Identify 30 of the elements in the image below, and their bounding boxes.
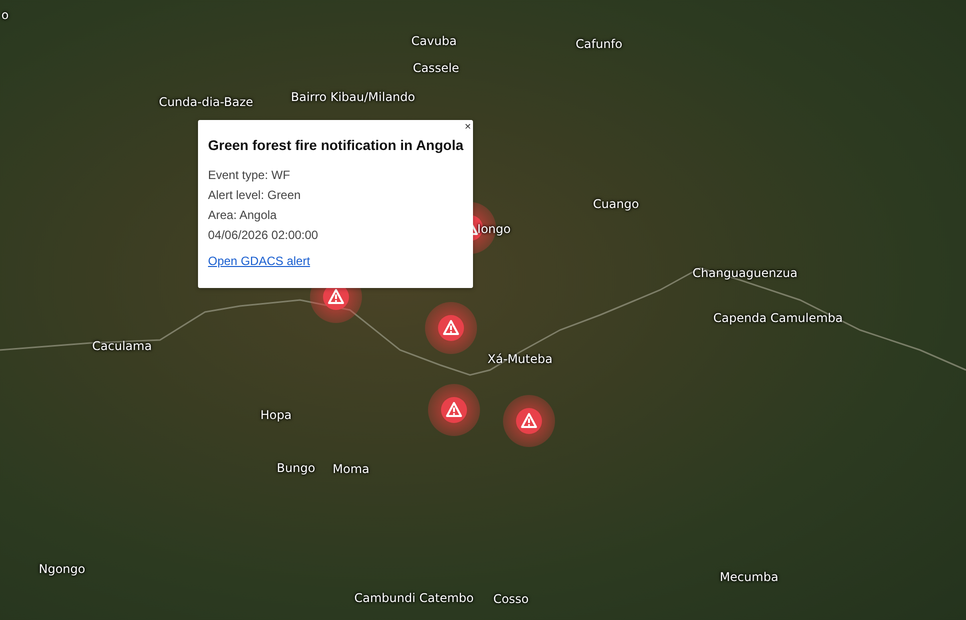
place-label: Cafunfo <box>576 37 622 51</box>
place-label: Changuaguenzua <box>692 266 798 280</box>
popup-detail: 04/06/2026 02:00:00 <box>208 227 318 244</box>
place-label: Capenda Camulemba <box>713 311 843 325</box>
place-label: Cambundi Catembo <box>354 591 474 605</box>
popup-detail: Alert level: Green <box>208 187 301 204</box>
warning-marker-icon[interactable] <box>441 397 467 423</box>
satellite-map[interactable] <box>0 0 966 620</box>
warning-marker-icon[interactable] <box>438 315 464 341</box>
place-label: Bairro Kibau/Milando <box>290 90 416 104</box>
place-label: Ngongo <box>38 562 86 576</box>
place-label: Cosso <box>493 592 529 606</box>
place-label: Hopa <box>260 408 292 422</box>
place-label: Cavuba <box>411 34 457 48</box>
popup-title: Green forest fire notification in Angola <box>208 136 463 154</box>
close-button[interactable]: × <box>464 121 472 133</box>
place-label: Caculama <box>92 339 152 353</box>
popup-detail: Event type: WF <box>208 167 290 184</box>
warning-marker-icon[interactable] <box>516 408 542 434</box>
place-label: Bungo <box>276 461 316 475</box>
place-label: Cunda-dia-Baze <box>158 95 254 109</box>
popup-detail: Area: Angola <box>208 207 277 224</box>
place-label: Mecumba <box>720 570 778 584</box>
place-label: Moma <box>332 462 370 476</box>
place-label: Xá-Muteba <box>488 352 552 366</box>
gdacs-link[interactable]: Open GDACS alert <box>208 253 310 269</box>
place-label: o <box>1 8 9 22</box>
place-label: Cassele <box>412 61 460 75</box>
place-label: Iongo <box>477 222 511 236</box>
place-label: Cuango <box>593 197 639 211</box>
